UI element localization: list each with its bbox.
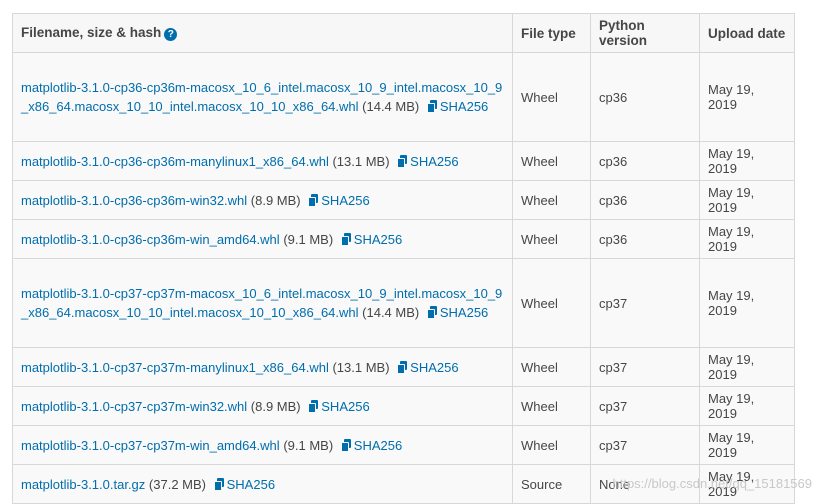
sha256-label: SHA256	[439, 305, 489, 320]
header-upload-date: Upload date	[699, 13, 795, 53]
file-cell: matplotlib-3.1.0-cp36-cp36m-win_amd64.wh…	[12, 219, 513, 259]
file-size: (13.1 MB)	[332, 153, 390, 169]
header-filename: Filename, size & hash?	[12, 13, 513, 53]
python-version: cp37	[590, 347, 700, 387]
copy-icon	[213, 477, 224, 491]
copy-icon	[426, 306, 437, 319]
sha256-label: SHA256	[410, 153, 459, 169]
file-size: (37.2 MB)	[148, 476, 206, 492]
file-type: Wheel	[512, 52, 591, 142]
upload-date: May 19, 2019	[699, 425, 795, 465]
table-row: matplotlib-3.1.0-cp37-cp37m-manylinux1_x…	[12, 347, 795, 387]
python-version: cp36	[590, 52, 700, 142]
copy-icon	[426, 100, 437, 113]
table-row: matplotlib-3.1.0-cp36-cp36m-win32.whl (8…	[12, 180, 795, 220]
upload-date: May 19, 2019	[699, 347, 795, 387]
table-row: matplotlib-3.1.0-cp37-cp37m-macosx_10_6_…	[12, 258, 795, 348]
upload-date: May 19, 2019	[699, 52, 795, 142]
file-type: Source	[512, 464, 591, 504]
sha256-label: SHA256	[353, 231, 403, 247]
copy-icon	[308, 399, 319, 413]
upload-date: May 19, 2019	[699, 180, 795, 220]
sha256-link[interactable]: SHA256	[397, 153, 459, 169]
file-cell: matplotlib-3.1.0-cp37-cp37m-win32.whl (8…	[12, 386, 513, 426]
file-table: Filename, size & hash? File type Python …	[12, 13, 795, 504]
file-size: (9.1 MB)	[283, 437, 334, 453]
file-link[interactable]: matplotlib-3.1.0-cp37-cp37m-win_amd64.wh…	[21, 438, 280, 453]
header-filename-label: Filename, size & hash	[21, 25, 162, 40]
file-cell: matplotlib-3.1.0-cp37-cp37m-win_amd64.wh…	[12, 425, 513, 465]
file-size: (13.1 MB)	[332, 359, 390, 375]
file-cell: matplotlib-3.1.0-cp36-cp36m-manylinux1_x…	[12, 141, 513, 181]
python-version: cp37	[590, 425, 700, 465]
file-cell: matplotlib-3.1.0-cp36-cp36m-win32.whl (8…	[12, 180, 513, 220]
sha256-link[interactable]: SHA256	[340, 437, 403, 453]
table-row: matplotlib-3.1.0-cp36-cp36m-macosx_10_6_…	[12, 52, 795, 142]
python-version: cp37	[590, 258, 700, 348]
sha256-label: SHA256	[321, 192, 370, 208]
file-link[interactable]: matplotlib-3.1.0-cp36-cp36m-win32.whl	[21, 193, 247, 208]
python-version: cp37	[590, 386, 700, 426]
sha256-link[interactable]: SHA256	[426, 305, 489, 320]
file-size: (9.1 MB)	[283, 231, 334, 247]
table-header-row: Filename, size & hash? File type Python …	[12, 13, 795, 53]
file-type: Wheel	[512, 141, 591, 181]
python-version: cp36	[590, 141, 700, 181]
sha256-link[interactable]: SHA256	[213, 476, 276, 492]
file-cell: matplotlib-3.1.0-cp37-cp37m-macosx_10_6_…	[12, 258, 513, 348]
watermark: https://blog.csdn.net/qq_15181569	[612, 476, 813, 491]
copy-icon	[397, 154, 408, 168]
sha256-label: SHA256	[226, 476, 276, 492]
sha256-link[interactable]: SHA256	[308, 192, 370, 208]
copy-icon	[340, 232, 351, 246]
table-row: matplotlib-3.1.0-cp36-cp36m-win_amd64.wh…	[12, 219, 795, 259]
table-row: matplotlib-3.1.0-cp37-cp37m-win32.whl (8…	[12, 386, 795, 426]
file-cell: matplotlib-3.1.0.tar.gz (37.2 MB) SHA256	[12, 464, 513, 504]
upload-date: May 19, 2019	[699, 258, 795, 348]
upload-date: May 19, 2019	[699, 141, 795, 181]
upload-date: May 19, 2019	[699, 386, 795, 426]
file-type: Wheel	[512, 386, 591, 426]
sha256-label: SHA256	[353, 437, 403, 453]
file-size: (14.4 MB)	[362, 99, 420, 114]
file-size: (14.4 MB)	[362, 305, 420, 320]
help-icon[interactable]: ?	[164, 28, 178, 41]
copy-icon	[340, 438, 351, 452]
file-link[interactable]: matplotlib-3.1.0-cp36-cp36m-win_amd64.wh…	[21, 232, 280, 247]
header-file-type: File type	[512, 13, 591, 53]
header-python-version: Python version	[590, 13, 700, 53]
sha256-link[interactable]: SHA256	[340, 231, 403, 247]
file-size: (8.9 MB)	[250, 192, 301, 208]
sha256-label: SHA256	[410, 359, 459, 375]
sha256-link[interactable]: SHA256	[426, 99, 489, 114]
file-type: Wheel	[512, 180, 591, 220]
python-version: cp36	[590, 219, 700, 259]
upload-date: May 19, 2019	[699, 219, 795, 259]
sha256-link[interactable]: SHA256	[397, 359, 459, 375]
copy-icon	[397, 360, 408, 374]
sha256-label: SHA256	[321, 398, 370, 414]
file-type: Wheel	[512, 347, 591, 387]
file-link[interactable]: matplotlib-3.1.0-cp37-cp37m-win32.whl	[21, 399, 247, 414]
sha256-label: SHA256	[439, 99, 489, 114]
file-link[interactable]: matplotlib-3.1.0-cp36-cp36m-manylinux1_x…	[21, 154, 329, 169]
file-cell: matplotlib-3.1.0-cp37-cp37m-manylinux1_x…	[12, 347, 513, 387]
table-row: matplotlib-3.1.0-cp37-cp37m-win_amd64.wh…	[12, 425, 795, 465]
file-type: Wheel	[512, 219, 591, 259]
copy-icon	[308, 193, 319, 207]
file-type: Wheel	[512, 258, 591, 348]
file-type: Wheel	[512, 425, 591, 465]
file-link[interactable]: matplotlib-3.1.0.tar.gz	[21, 477, 145, 492]
python-version: cp36	[590, 180, 700, 220]
file-cell: matplotlib-3.1.0-cp36-cp36m-macosx_10_6_…	[12, 52, 513, 142]
sha256-link[interactable]: SHA256	[308, 398, 370, 414]
file-size: (8.9 MB)	[250, 398, 301, 414]
table-row: matplotlib-3.1.0-cp36-cp36m-manylinux1_x…	[12, 141, 795, 181]
file-link[interactable]: matplotlib-3.1.0-cp37-cp37m-manylinux1_x…	[21, 360, 329, 375]
